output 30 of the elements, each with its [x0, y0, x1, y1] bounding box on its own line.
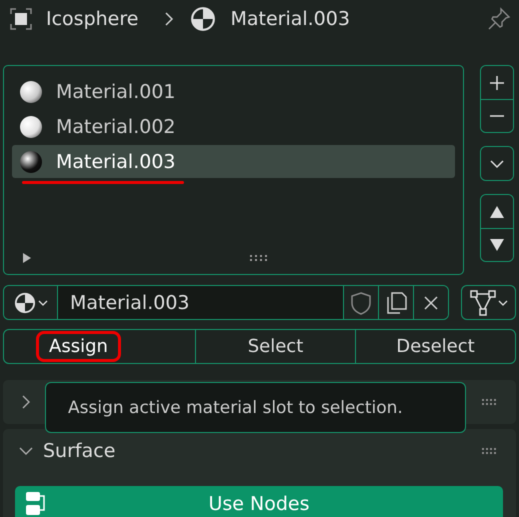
- specials-menu-button[interactable]: [481, 147, 513, 180]
- move-down-button[interactable]: [481, 228, 513, 261]
- use-nodes-button[interactable]: Use Nodes: [15, 486, 503, 517]
- pin-icon: [487, 7, 511, 31]
- action-button[interactable]: Deselect: [388, 334, 483, 359]
- breadcrumb-material[interactable]: Material.003: [230, 8, 350, 30]
- drag-grip-icon: [482, 399, 496, 405]
- caret-icon: [498, 298, 508, 306]
- material-slot[interactable]: Material.001: [12, 75, 455, 108]
- tooltip: Assign active material slot to selection.: [45, 382, 466, 433]
- triangle-up-icon: [489, 204, 505, 218]
- chevron-right-icon: [164, 11, 174, 27]
- material-slot[interactable]: Material.002: [12, 110, 455, 143]
- triangle-down-icon: [489, 238, 505, 252]
- mode-dropdown[interactable]: [461, 285, 516, 320]
- expand-triangle-icon: [22, 253, 32, 263]
- resize-grip-icon: [250, 255, 268, 261]
- material-icon: [190, 6, 216, 32]
- breadcrumb-object[interactable]: Icosphere: [46, 8, 138, 30]
- node-icon: [25, 491, 47, 517]
- highlighted-assign-button[interactable]: Assign: [36, 331, 121, 362]
- vertex-triangle-icon: [470, 290, 496, 316]
- drag-grip-icon: [482, 448, 496, 454]
- action-button[interactable]: Select: [240, 334, 312, 359]
- pin-button[interactable]: [487, 7, 511, 31]
- panel-title[interactable]: Surface: [43, 440, 116, 462]
- minus-icon: [489, 115, 505, 117]
- remove-slot-button[interactable]: [481, 99, 513, 132]
- plus-icon: [489, 74, 505, 90]
- object-icon: [10, 8, 32, 30]
